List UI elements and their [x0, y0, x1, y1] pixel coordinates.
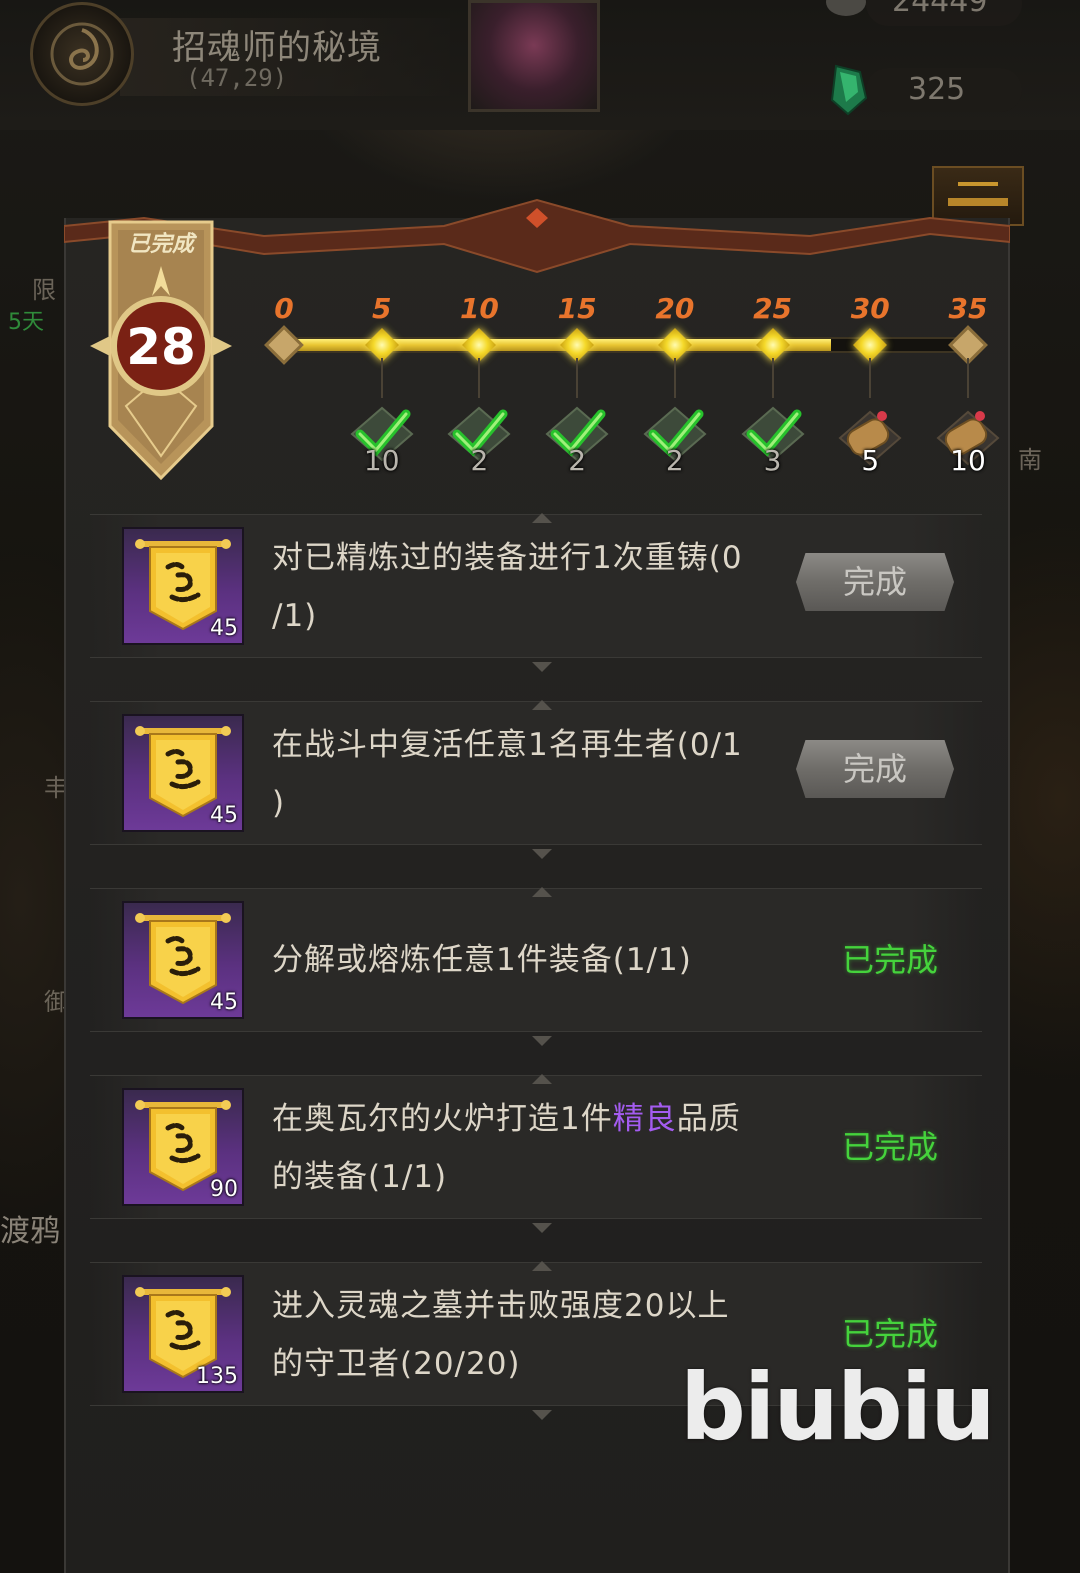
tick-label: 0	[274, 292, 294, 325]
reward-quantity: 2	[568, 444, 587, 477]
row-divider-chevron-icon	[532, 1218, 552, 1233]
reward-quantity: 2	[470, 444, 489, 477]
task-text-line1: 分解或熔炼任意1件装备(1/1)	[272, 942, 692, 978]
row-divider-chevron-icon	[532, 1069, 552, 1084]
reward-stem	[673, 358, 676, 398]
task-description: 分解或熔炼任意1件装备(1/1)	[272, 931, 772, 989]
task-points: 45	[210, 616, 238, 641]
task-reward-icon: 45	[122, 901, 244, 1019]
reward-quantity: 10	[950, 444, 986, 477]
tick-label: 35	[948, 292, 988, 325]
task-text-line1: 进入灵魂之墓并击败强度20以上	[272, 1288, 730, 1324]
gem-value: 325	[908, 72, 966, 107]
task-points: 90	[210, 1177, 238, 1202]
reward-stem	[771, 358, 774, 398]
row-divider-chevron-icon	[532, 1256, 552, 1271]
emerald-gem-icon	[830, 64, 868, 116]
task-text-line2: 的守卫者(20/20)	[272, 1346, 521, 1382]
tick-label: 20	[655, 292, 695, 325]
location-emblem-icon[interactable]	[30, 2, 134, 106]
side-limit-label: 限	[32, 276, 56, 304]
banner-completed-label: 已完成	[127, 232, 194, 257]
side-raven-label: 渡鸦	[0, 1214, 60, 1249]
location-coords: (47,29)	[186, 64, 288, 92]
task-points: 135	[196, 1364, 238, 1389]
tick-label: 5	[371, 292, 392, 325]
task-text-highlight: 精良	[612, 1101, 677, 1137]
task-text-line2: )	[272, 785, 286, 821]
task-reward-icon: 135	[122, 1275, 244, 1393]
row-divider-chevron-icon	[532, 1031, 552, 1046]
tick-label: 25	[753, 292, 793, 325]
reward-quantity: 10	[363, 444, 400, 477]
row-divider-chevron-icon	[532, 695, 552, 710]
reward-quantity: 2	[665, 444, 684, 477]
task-description: 对已精炼过的装备进行1次重铸(0/1)	[272, 529, 772, 645]
task-description: 在奥瓦尔的火炉打造1件精良品质的装备(1/1)	[272, 1090, 772, 1206]
reward-quantity: 5	[861, 444, 880, 477]
current-points: 28	[126, 318, 196, 376]
row-divider-chevron-icon	[532, 657, 552, 672]
task-row: 90 在奥瓦尔的火炉打造1件精良品质的装备(1/1) 已完成	[90, 1075, 982, 1219]
task-row: 45 对已精炼过的装备进行1次重铸(0/1) 完成	[90, 514, 982, 658]
reward-quantity: 3	[763, 444, 782, 477]
task-completed-status: 已完成	[842, 1315, 939, 1353]
task-description: 在战斗中复活任意1名再生者(0/1)	[272, 716, 772, 832]
reward-stem	[576, 358, 579, 398]
hero-portrait[interactable]	[468, 0, 600, 112]
row-divider-chevron-icon	[532, 508, 552, 523]
task-row: 45 分解或熔炼任意1件装备(1/1) 已完成	[90, 888, 982, 1032]
task-completed-status: 已完成	[842, 1128, 939, 1166]
task-reward-icon: 90	[122, 1088, 244, 1206]
row-divider-chevron-icon	[532, 844, 552, 859]
tick-label: 30	[850, 292, 890, 325]
row-divider-chevron-icon	[532, 1405, 552, 1420]
side-days-label: 5天	[8, 310, 44, 335]
watermark: biubiu	[680, 1354, 996, 1461]
task-row: 45 在战斗中复活任意1名再生者(0/1) 完成	[90, 701, 982, 845]
task-points: 45	[210, 803, 238, 828]
location-title: 招魂师的秘境	[172, 28, 382, 68]
reward-stem	[478, 358, 481, 398]
task-text-line2: 的装备(1/1)	[272, 1159, 448, 1195]
task-text-line1: 在战斗中复活任意1名再生者(0/1	[272, 727, 743, 763]
side-guide-label: 南	[1018, 446, 1042, 474]
tick-label: 10	[459, 292, 499, 325]
task-text-pre: 在奥瓦尔的火炉打造1件	[272, 1101, 613, 1137]
task-text-line1: 对已精炼过的装备进行1次重铸(0	[272, 540, 743, 576]
stone-value: 24449	[892, 0, 988, 19]
reward-stem	[967, 358, 969, 398]
reward-stem	[869, 358, 872, 398]
task-text-post: 品质	[676, 1101, 741, 1137]
task-text-line2: /1)	[272, 598, 318, 634]
row-divider-chevron-icon	[532, 882, 552, 897]
task-reward-icon: 45	[122, 714, 244, 832]
complete-button[interactable]: 完成	[796, 740, 954, 798]
task-points: 45	[210, 990, 238, 1015]
task-reward-icon: 45	[122, 527, 244, 645]
tick-label: 15	[557, 292, 597, 325]
task-completed-status: 已完成	[842, 941, 939, 979]
reward-stem	[380, 358, 383, 398]
complete-button[interactable]: 完成	[796, 553, 954, 611]
